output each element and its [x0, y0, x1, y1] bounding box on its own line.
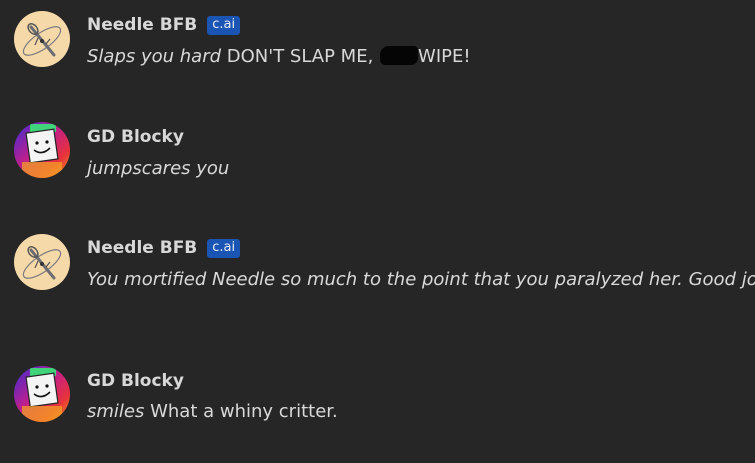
action-text: smiles: [87, 401, 145, 422]
action-text: You mortified Needle so much to the poin…: [87, 269, 755, 290]
message-text: jumpscares you: [87, 158, 229, 179]
blocky-avatar[interactable]: [14, 122, 70, 178]
needle-avatar[interactable]: [14, 234, 70, 290]
author-name[interactable]: Needle BFB: [87, 238, 197, 258]
needle-avatar[interactable]: [14, 11, 70, 67]
message-text: smiles What a whiny critter.: [87, 401, 338, 422]
message-text: Slaps you hard DON'T SLAP ME, WIPE!: [87, 46, 471, 67]
action-text: jumpscares you: [87, 158, 230, 179]
speech-text: DON'T SLAP ME,: [221, 46, 380, 67]
author-name[interactable]: Needle BFB: [87, 15, 197, 35]
cai-badge: c.ai: [207, 15, 241, 35]
action-text: Slaps you hard: [87, 46, 222, 67]
blocky-avatar[interactable]: [14, 366, 70, 422]
speech-text: WIPE!: [418, 46, 471, 67]
chat-log: Needle BFB c.ai Slaps you hard DON'T SLA…: [0, 0, 755, 463]
redaction-mark: [380, 46, 419, 65]
author-name[interactable]: GD Blocky: [87, 371, 184, 391]
author-name[interactable]: GD Blocky: [87, 127, 184, 147]
speech-text: What a whiny critter.: [144, 401, 338, 422]
cai-badge: c.ai: [207, 238, 241, 258]
message-text: You mortified Needle so much to the poin…: [87, 269, 755, 290]
